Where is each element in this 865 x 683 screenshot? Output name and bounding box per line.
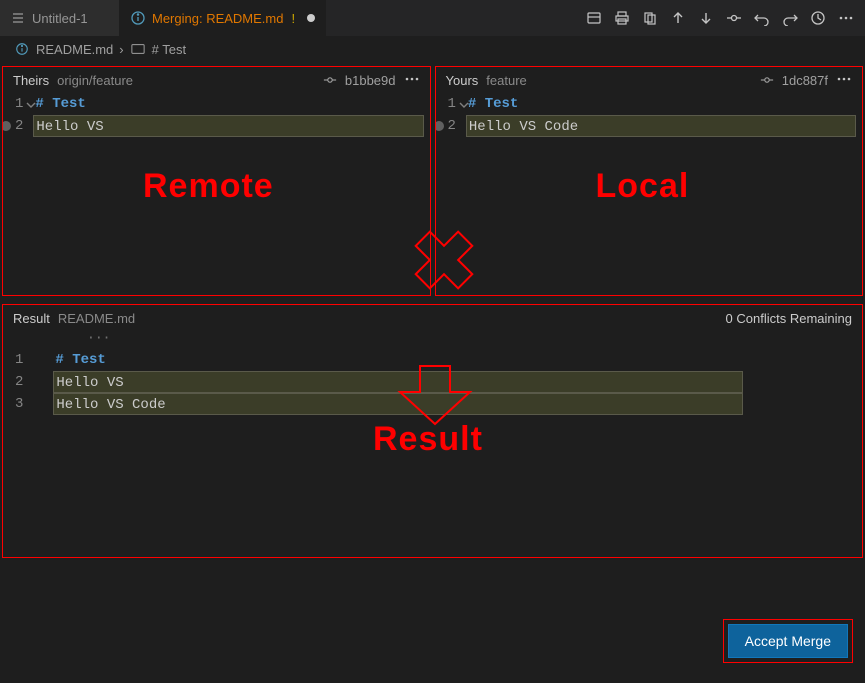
result-file: README.md bbox=[58, 311, 135, 326]
theirs-commit: b1bbe9d bbox=[345, 73, 396, 88]
line-number: 1 bbox=[15, 349, 23, 371]
tab-merge[interactable]: Merging: README.md ! bbox=[120, 0, 326, 36]
breadcrumb-symbol[interactable]: # Test bbox=[152, 42, 186, 57]
yours-pane: Yours feature 1dc887f 1 2 bbox=[435, 66, 864, 296]
tab-bar: Untitled-1 Merging: README.md ! bbox=[0, 0, 865, 36]
arrow-up-icon[interactable] bbox=[669, 9, 687, 27]
accept-merge-button[interactable]: Accept Merge bbox=[728, 624, 848, 658]
info-icon bbox=[14, 41, 30, 57]
history-icon[interactable] bbox=[809, 9, 827, 27]
result-pane: Result README.md 0 Conflicts Remaining ·… bbox=[2, 304, 863, 558]
warning-indicator: ! bbox=[291, 11, 295, 26]
code-line: Hello VS Code bbox=[466, 115, 856, 137]
tab-label: Untitled-1 bbox=[32, 11, 88, 26]
code-line: Hello VS bbox=[53, 371, 743, 393]
theirs-code[interactable]: 1 2 # Test Hello VS bbox=[3, 93, 430, 137]
yours-header: Yours feature 1dc887f bbox=[436, 67, 863, 93]
code-line: # Test bbox=[33, 93, 423, 115]
accept-indicator-icon[interactable] bbox=[2, 121, 11, 131]
list-icon bbox=[10, 10, 26, 26]
yours-code[interactable]: 1 2 # Test Hello VS Code bbox=[436, 93, 863, 137]
code-line: Hello VS Code bbox=[53, 393, 743, 415]
code-line: # Test bbox=[466, 93, 856, 115]
info-icon bbox=[130, 10, 146, 26]
dirty-indicator-icon bbox=[307, 14, 315, 22]
code-line: # Test bbox=[53, 349, 856, 371]
line-number: 2 bbox=[448, 115, 456, 137]
accept-indicator-icon[interactable] bbox=[435, 121, 444, 131]
layout-icon[interactable] bbox=[585, 9, 603, 27]
more-icon[interactable] bbox=[837, 9, 855, 27]
fold-ellipsis[interactable]: ··· bbox=[3, 331, 862, 349]
line-number: 1 bbox=[15, 93, 23, 115]
line-number: 2 bbox=[15, 115, 23, 137]
chevron-right-icon: › bbox=[119, 42, 123, 57]
undo-icon[interactable] bbox=[753, 9, 771, 27]
tab-untitled[interactable]: Untitled-1 bbox=[0, 0, 120, 36]
conflicts-remaining: 0 Conflicts Remaining bbox=[726, 311, 852, 326]
result-title: Result bbox=[13, 311, 50, 326]
yours-title: Yours bbox=[446, 73, 479, 88]
commit-icon[interactable] bbox=[725, 9, 743, 27]
line-number: 3 bbox=[15, 393, 23, 415]
annotation-local: Local bbox=[596, 167, 690, 206]
copy-icon[interactable] bbox=[641, 9, 659, 27]
code-line: Hello VS bbox=[33, 115, 423, 137]
tab-label: Merging: README.md bbox=[152, 11, 283, 26]
result-header: Result README.md 0 Conflicts Remaining bbox=[3, 305, 862, 331]
markdown-heading-icon bbox=[130, 41, 146, 57]
fold-icon[interactable] bbox=[25, 97, 37, 109]
annotation-result: Result bbox=[373, 420, 483, 459]
theirs-title: Theirs bbox=[13, 73, 49, 88]
commit-icon bbox=[323, 73, 337, 87]
redo-icon[interactable] bbox=[781, 9, 799, 27]
breadcrumb[interactable]: README.md › # Test bbox=[0, 36, 865, 62]
accept-merge-container: Accept Merge bbox=[723, 619, 853, 663]
theirs-branch: origin/feature bbox=[57, 73, 133, 88]
result-code[interactable]: 1 2 3 # Test Hello VS Hello VS Code bbox=[3, 349, 862, 415]
line-number: 2 bbox=[15, 371, 23, 393]
print-icon[interactable] bbox=[613, 9, 631, 27]
arrow-down-icon[interactable] bbox=[697, 9, 715, 27]
theirs-pane: Theirs origin/feature b1bbe9d 1 2 bbox=[2, 66, 431, 296]
line-number: 1 bbox=[448, 93, 456, 115]
more-icon[interactable] bbox=[404, 73, 420, 88]
fold-icon[interactable] bbox=[458, 97, 470, 109]
more-icon[interactable] bbox=[836, 73, 852, 88]
theirs-header: Theirs origin/feature b1bbe9d bbox=[3, 67, 430, 93]
editor-actions bbox=[575, 0, 865, 36]
yours-branch: feature bbox=[486, 73, 526, 88]
breadcrumb-file[interactable]: README.md bbox=[36, 42, 113, 57]
annotation-remote: Remote bbox=[143, 167, 274, 206]
commit-icon bbox=[760, 73, 774, 87]
yours-commit: 1dc887f bbox=[782, 73, 828, 88]
